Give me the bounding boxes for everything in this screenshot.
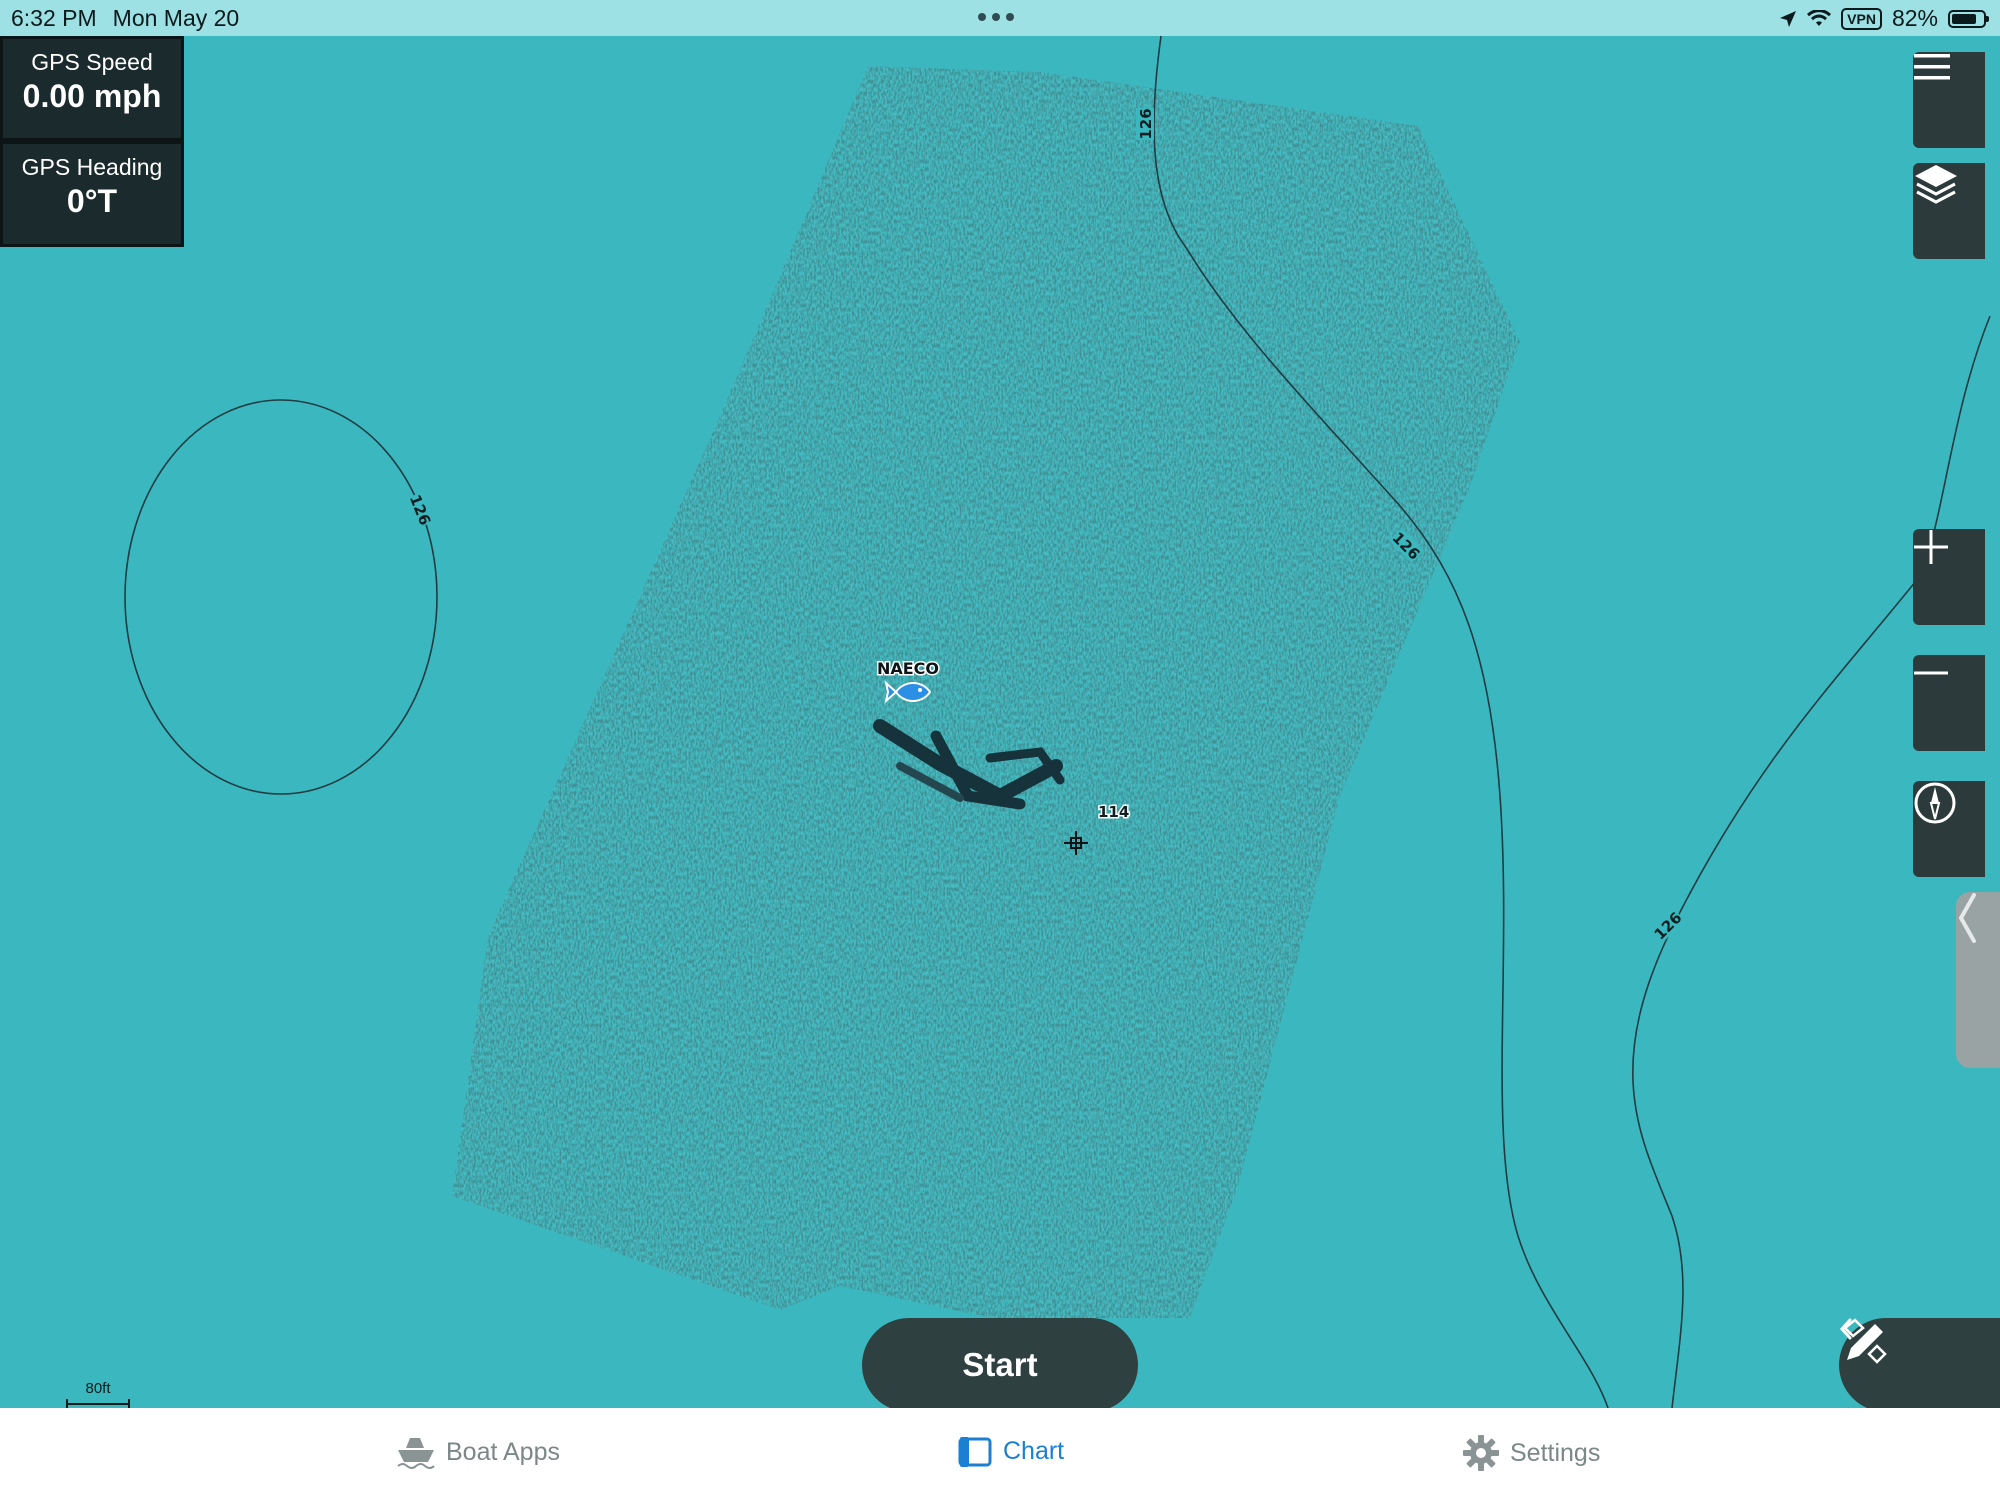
gear-icon <box>1463 1435 1499 1471</box>
tab-chart-label: Chart <box>1003 1436 1065 1465</box>
battery-level <box>1952 13 1976 24</box>
compass-icon <box>1914 782 1956 824</box>
tab-settings[interactable]: Settings <box>1462 1434 1600 1472</box>
tab-settings-label: Settings <box>1510 1438 1601 1467</box>
gps-heading-panel[interactable]: GPS Heading 0°T <box>0 141 184 247</box>
start-button[interactable]: Start <box>862 1318 1138 1408</box>
tab-chart[interactable]: Chart <box>957 1434 1064 1468</box>
status-time: 6:32 PM <box>11 5 97 31</box>
tab-boat-apps[interactable]: Boat Apps <box>396 1434 560 1470</box>
hamburger-menu-icon <box>1914 54 1950 80</box>
scale-label: 80ft <box>85 1380 111 1397</box>
vpn-badge: VPN <box>1841 7 1882 30</box>
status-indicators: VPN 82% <box>1779 5 1989 32</box>
map-scale: 80ft <box>66 1380 130 1408</box>
pencil-ruler-icon <box>1843 1318 1887 1364</box>
status-time-date: 6:32 PM Mon May 20 <box>11 5 255 32</box>
chevron-left-icon <box>1958 893 1976 943</box>
zoom-in-button[interactable] <box>1913 529 1985 625</box>
scale-bar <box>66 1399 130 1408</box>
side-drawer-handle[interactable] <box>1956 892 2000 1068</box>
boat-icon <box>397 1438 435 1469</box>
minus-icon <box>1914 671 1948 675</box>
layers-icon <box>1915 165 1957 204</box>
multitasking-dots-icon[interactable] <box>978 13 1014 21</box>
zoom-out-button[interactable] <box>1913 655 1985 751</box>
depth-label-top: 126 <box>1137 108 1155 139</box>
battery-icon <box>1948 9 1989 28</box>
depth-sounding: 114 <box>1098 803 1129 821</box>
gps-speed-value: 0.00 mph <box>22 78 162 114</box>
menu-button[interactable] <box>1913 52 1985 148</box>
contour-ellipse <box>124 399 438 795</box>
compass-button[interactable] <box>1913 781 1985 877</box>
tab-boat-apps-label: Boat Apps <box>446 1437 560 1466</box>
status-bar: 6:32 PM Mon May 20 VPN 82% <box>0 0 2000 36</box>
chart-map[interactable]: 126 126 126 126 114 NAECO GPS Speed 0.00… <box>0 36 2000 1408</box>
location-arrow-icon <box>1780 10 1797 27</box>
battery-percent: 82% <box>1891 5 1938 31</box>
waypoint-label: NAECO <box>877 659 939 678</box>
bottom-tab-bar: Boat Apps Chart Settings <box>0 1408 2000 1500</box>
sonar-mosaic <box>452 66 1520 1318</box>
map-canvas[interactable]: 126 126 126 126 114 NAECO <box>0 36 2000 1408</box>
gps-speed-label: GPS Speed <box>31 49 153 75</box>
status-date: Mon May 20 <box>112 5 240 31</box>
gps-heading-label: GPS Heading <box>21 154 163 180</box>
start-button-label: Start <box>962 1346 1038 1383</box>
gps-heading-value: 0°T <box>66 183 118 219</box>
depth-label-left: 126 <box>406 492 434 528</box>
draw-tools-button[interactable] <box>1839 1318 2000 1408</box>
depth-label-right: 126 <box>1651 909 1686 944</box>
wifi-icon <box>1807 9 1832 26</box>
layers-button[interactable] <box>1913 163 1985 259</box>
plus-icon <box>1914 530 1948 564</box>
gps-speed-panel[interactable]: GPS Speed 0.00 mph <box>0 36 184 141</box>
chart-icon <box>958 1437 992 1467</box>
